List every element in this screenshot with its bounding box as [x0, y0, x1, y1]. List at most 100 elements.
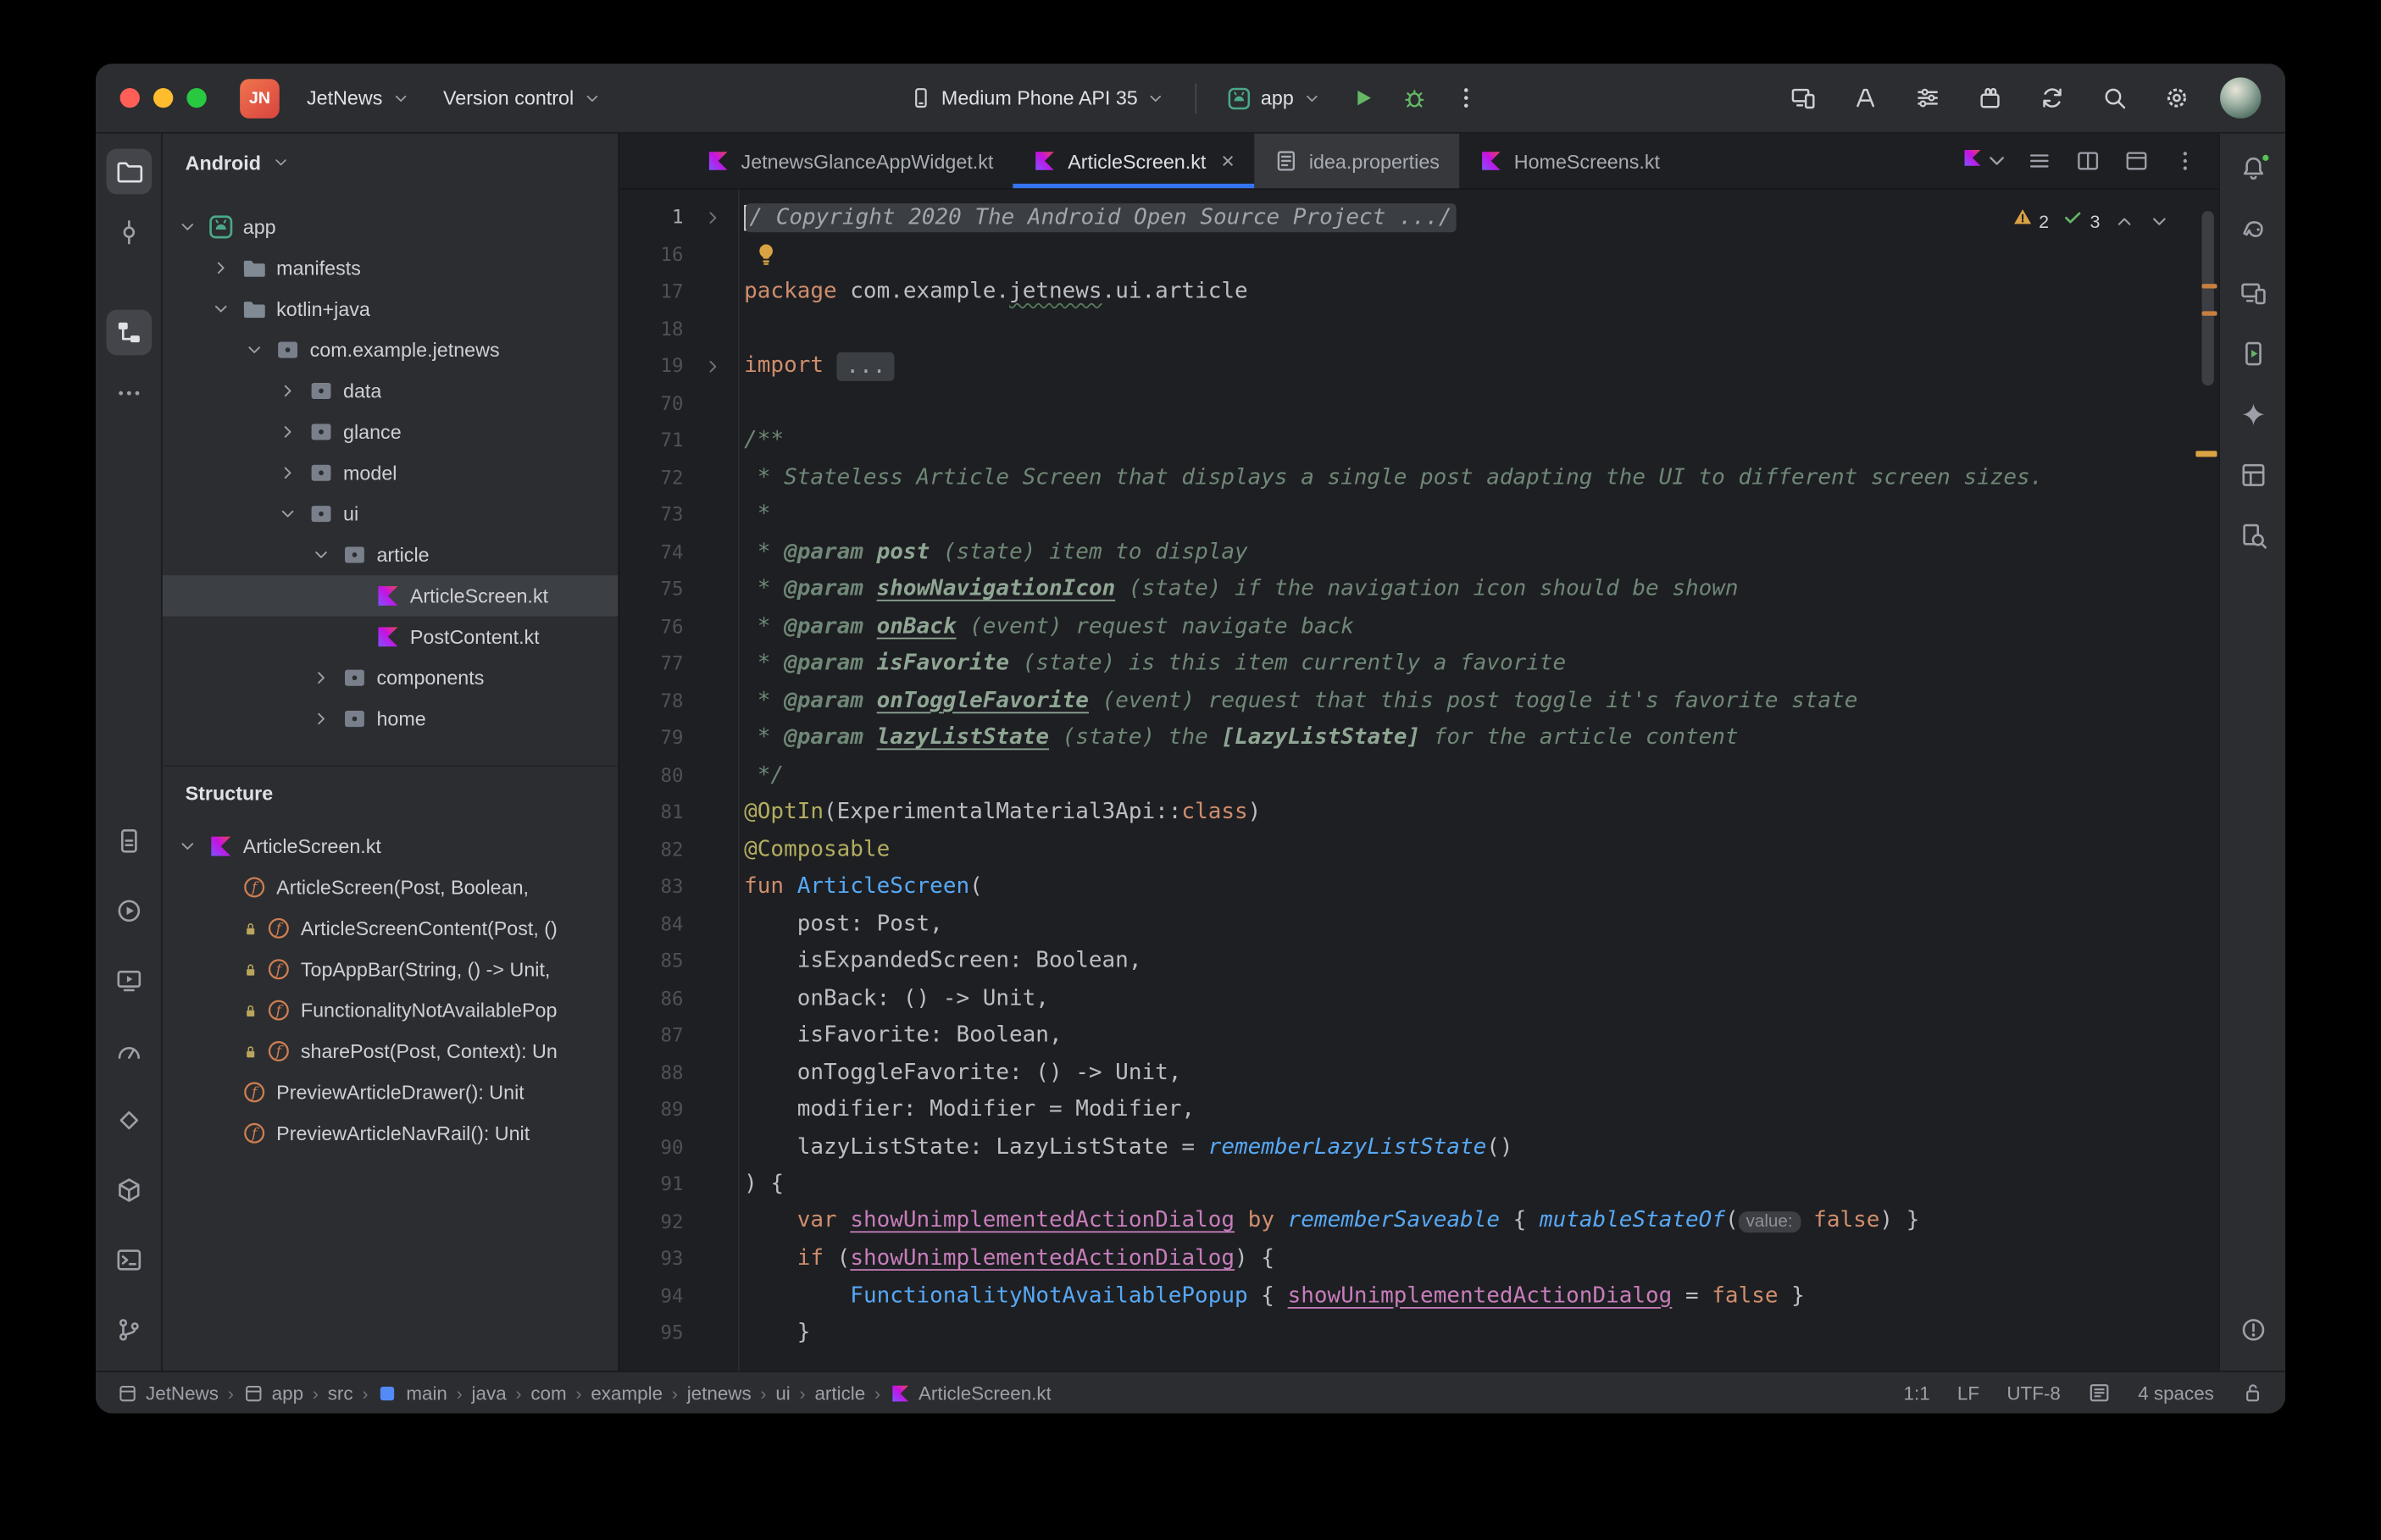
gradle-icon[interactable] — [2230, 209, 2276, 255]
project-tree-item-home[interactable]: home — [163, 698, 619, 739]
editor-layout-icon[interactable] — [2118, 141, 2155, 181]
project-tree-item-kotlin-java[interactable]: kotlin+java — [163, 288, 619, 329]
intention-bulb-icon[interactable] — [753, 241, 779, 267]
search-everywhere-icon[interactable] — [2095, 80, 2132, 116]
code-line-70[interactable]: 70 — [619, 385, 2218, 422]
code-line-92[interactable]: 92 var showUnimplementedActionDialog by … — [619, 1203, 2218, 1240]
editor-list-icon[interactable] — [2021, 141, 2057, 181]
code-line-89[interactable]: 89 modifier: Modifier = Modifier, — [619, 1092, 2218, 1129]
code-line-1[interactable]: 1/ Copyright 2020 The Android Open Sourc… — [619, 199, 2218, 236]
code-line-19[interactable]: 19import ... — [619, 347, 2218, 385]
breadcrumb-src[interactable]: src — [328, 1382, 353, 1404]
running-devices-icon[interactable] — [2230, 331, 2276, 377]
version-control-icon[interactable] — [106, 1307, 152, 1353]
structure-item-articlescreen-post-boolean[interactable]: fArticleScreen(Post, Boolean, — [163, 867, 619, 907]
editor-more-icon[interactable] — [2167, 141, 2203, 181]
device-manager-tool-icon[interactable] — [2230, 270, 2276, 316]
layout-inspector-icon[interactable] — [2230, 452, 2276, 498]
gradle-sync-icon[interactable] — [2034, 80, 2070, 116]
project-tree-item-data[interactable]: data — [163, 370, 619, 411]
caret-position-widget[interactable]: 1:1 — [1904, 1382, 1930, 1404]
hidden-tabs-dropdown[interactable] — [1962, 141, 2009, 181]
project-tree-item-article[interactable]: article — [163, 535, 619, 575]
chevron-down-icon[interactable] — [275, 504, 299, 523]
next-problem-button[interactable] — [2149, 212, 2170, 233]
inspections-widget[interactable]: 2 3 — [2012, 203, 2170, 241]
breadcrumb-main[interactable]: main — [377, 1382, 447, 1404]
minimize-window-button[interactable] — [153, 88, 173, 108]
logcat-icon[interactable] — [106, 958, 152, 1004]
fold-collapsed-icon[interactable] — [692, 357, 732, 376]
chevron-right-icon[interactable] — [208, 258, 233, 278]
code-line-88[interactable]: 88 onToggleFavorite: () -> Unit, — [619, 1055, 2218, 1092]
settings-sliders-icon[interactable] — [1909, 80, 1945, 116]
profile-avatar[interactable] — [2220, 77, 2261, 118]
structure-item-functionalitynotavailablepop[interactable]: fFunctionalityNotAvailablePop — [163, 989, 619, 1030]
build-tool-icon[interactable] — [106, 1167, 152, 1213]
code-line-16[interactable]: 16 — [619, 236, 2218, 274]
tab-jetnewsglanceappwidget-kt[interactable]: JetnewsGlanceAppWidget.kt — [686, 134, 1013, 189]
chevron-down-icon[interactable] — [175, 217, 199, 236]
chevron-down-icon[interactable] — [308, 545, 333, 564]
encoding-widget[interactable]: UTF-8 — [2006, 1382, 2060, 1404]
code-line-73[interactable]: 73 * — [619, 496, 2218, 534]
code-line-74[interactable]: 74 * @param post (state) item to display — [619, 534, 2218, 571]
vcs-widget[interactable]: Version control — [431, 79, 613, 117]
close-window-button[interactable] — [120, 88, 140, 108]
structure-item-topappbar-string-unit[interactable]: fTopAppBar(String, () -> Unit, — [163, 949, 619, 989]
project-selector[interactable]: JetNews — [295, 79, 422, 117]
breadcrumb-app[interactable]: app — [243, 1382, 303, 1404]
code-line-79[interactable]: 79 * @param lazyListState (state) the [L… — [619, 719, 2218, 756]
project-tree-item-com-example-jetnews[interactable]: com.example.jetnews — [163, 330, 619, 370]
project-tree-item-articlescreen-kt[interactable]: ArticleScreen.kt — [163, 575, 619, 616]
breadcrumb-java[interactable]: java — [472, 1382, 507, 1404]
code-line-80[interactable]: 80 */ — [619, 756, 2218, 794]
plugins-icon[interactable] — [1971, 80, 2007, 116]
code-line-77[interactable]: 77 * @param isFavorite (state) is this i… — [619, 645, 2218, 683]
chevron-right-icon[interactable] — [275, 422, 299, 441]
prev-problem-button[interactable] — [2114, 212, 2135, 233]
code-line-81[interactable]: 81@OptIn(ExperimentalMaterial3Api::class… — [619, 794, 2218, 831]
code-line-78[interactable]: 78 * @param onToggleFavorite (event) req… — [619, 683, 2218, 720]
tab-homescreens-kt[interactable]: HomeScreens.kt — [1459, 134, 1679, 189]
project-tree-item-components[interactable]: components — [163, 657, 619, 698]
code-line-18[interactable]: 18 — [619, 310, 2218, 347]
commit-tool-icon[interactable] — [106, 209, 152, 255]
structure-item-previewarticledrawer-unit[interactable]: fPreviewArticleDrawer(): Unit — [163, 1072, 619, 1112]
project-tree-item-glance[interactable]: glance — [163, 412, 619, 452]
code-line-86[interactable]: 86 onBack: () -> Unit, — [619, 980, 2218, 1017]
code-line-75[interactable]: 75 * @param showNavigationIcon (state) i… — [619, 571, 2218, 608]
terminal-icon[interactable] — [106, 1238, 152, 1283]
structure-item-previewarticlenavrail-unit[interactable]: fPreviewArticleNavRail(): Unit — [163, 1113, 619, 1154]
code-line-83[interactable]: 83fun ArticleScreen( — [619, 868, 2218, 906]
code-line-91[interactable]: 91) { — [619, 1166, 2218, 1203]
device-explorer-icon[interactable] — [106, 818, 152, 864]
breadcrumb-jetnews[interactable]: jetnews — [687, 1382, 752, 1404]
project-tool-icon[interactable] — [106, 149, 152, 195]
more-tool-windows-icon[interactable] — [106, 370, 152, 416]
project-tree-item-model[interactable]: model — [163, 452, 619, 493]
structure-item-sharepost-post-context-un[interactable]: fsharePost(Post, Context): Un — [163, 1031, 619, 1072]
chevron-down-icon[interactable] — [241, 340, 266, 359]
structure-item-articlescreencontent-post[interactable]: fArticleScreenContent(Post, () — [163, 908, 619, 949]
settings-gear-icon[interactable] — [2158, 80, 2195, 116]
breadcrumb-article[interactable]: article — [814, 1382, 865, 1404]
project-view-selector[interactable]: Android — [163, 134, 619, 191]
code-line-76[interactable]: 76 * @param onBack (event) request navig… — [619, 608, 2218, 645]
ai-assistant-icon[interactable] — [1846, 80, 1883, 116]
code-line-90[interactable]: 90 lazyListState: LazyListState = rememb… — [619, 1128, 2218, 1166]
chevron-right-icon[interactable] — [308, 709, 333, 728]
profiler-icon[interactable] — [106, 1028, 152, 1073]
notifications-icon[interactable] — [2230, 149, 2276, 195]
chevron-right-icon[interactable] — [308, 668, 333, 688]
debug-button[interactable] — [1394, 77, 1436, 119]
project-tree-item-manifests[interactable]: manifests — [163, 247, 619, 288]
fullscreen-window-button[interactable] — [186, 88, 206, 108]
close-tab-icon[interactable]: × — [1221, 150, 1235, 173]
code-line-71[interactable]: 71/** — [619, 422, 2218, 459]
project-tree-item-postcontent-kt[interactable]: PostContent.kt — [163, 617, 619, 657]
warnings-count[interactable]: 2 — [2012, 203, 2049, 241]
breadcrumb-jetnews[interactable]: JetNews — [117, 1382, 219, 1404]
breadcrumb-com[interactable]: com — [530, 1382, 566, 1404]
code-line-94[interactable]: 94 FunctionalityNotAvailablePopup { show… — [619, 1277, 2218, 1315]
